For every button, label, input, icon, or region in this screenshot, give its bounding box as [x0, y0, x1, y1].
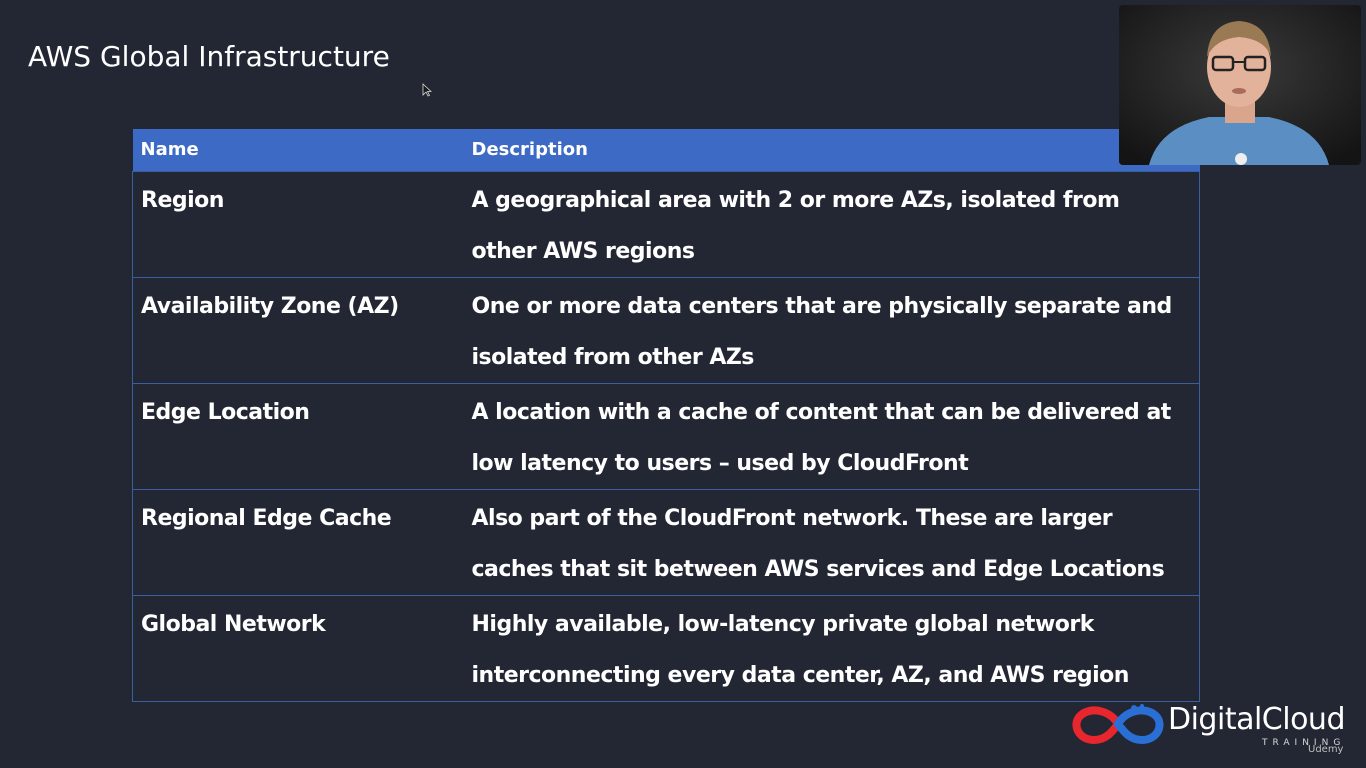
row-description: Highly available, low-latency private gl…	[463, 594, 1200, 702]
row-name: Availability Zone (AZ)	[132, 276, 464, 384]
udemy-watermark: Udemy	[1308, 744, 1344, 755]
row-name: Edge Location	[132, 382, 464, 490]
column-header-description: Description	[463, 129, 1200, 171]
brand-name: DigitalCloud	[1168, 702, 1346, 737]
digitalcloud-swirl-icon	[1072, 704, 1164, 745]
row-description: A location with a cache of content that …	[463, 382, 1200, 490]
slide-title: AWS Global Infrastructure	[28, 40, 390, 73]
table-row: Regional Edge Cache Also part of the Clo…	[132, 488, 1200, 596]
table-row: Edge Location A location with a cache of…	[132, 382, 1200, 490]
row-description: One or more data centers that are physic…	[463, 276, 1200, 384]
row-description: A geographical area with 2 or more AZs, …	[463, 170, 1200, 278]
row-name: Regional Edge Cache	[132, 488, 464, 596]
table-row: Availability Zone (AZ) One or more data …	[132, 276, 1200, 384]
presenter-webcam	[1119, 5, 1361, 165]
column-header-name: Name	[132, 129, 464, 171]
table-header-row: Name Description	[132, 129, 1200, 171]
row-description: Also part of the CloudFront network. The…	[463, 488, 1200, 596]
mouse-pointer-icon	[422, 83, 432, 97]
row-name: Region	[132, 170, 464, 278]
table-row: Global Network Highly available, low-lat…	[132, 594, 1200, 702]
presenter-figure	[1119, 5, 1361, 165]
infrastructure-table: Name Description Region A geographical a…	[132, 129, 1200, 702]
row-name: Global Network	[132, 594, 464, 702]
table-row: Region A geographical area with 2 or mor…	[132, 170, 1200, 278]
